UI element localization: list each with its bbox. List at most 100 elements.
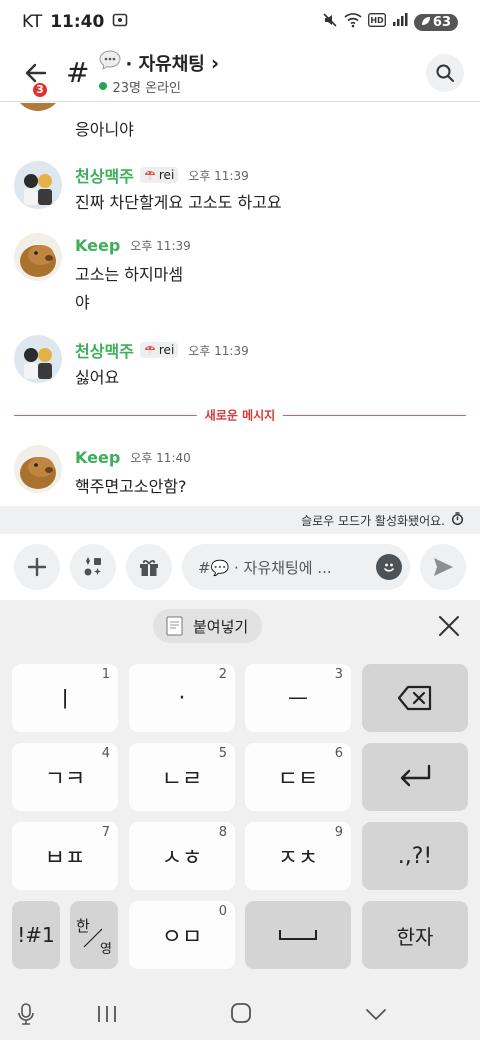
status-bar: KT 11:40 HD 63 xyxy=(0,0,480,44)
keyboard-close-button[interactable] xyxy=(436,613,462,639)
enter-icon xyxy=(400,764,431,787)
key-number: 1 xyxy=(101,667,110,682)
author-name[interactable]: 천상맥주 xyxy=(75,338,134,362)
message-input-placeholder: #💬 · 자유채팅에 ... xyxy=(198,558,332,577)
home-button[interactable] xyxy=(230,1002,252,1028)
online-count: 23명 온라인 xyxy=(112,80,181,96)
channel-name: · 자유채팅 xyxy=(125,53,205,75)
key-label: ㅅㅎ xyxy=(161,846,203,871)
close-icon xyxy=(439,616,459,636)
plus-icon xyxy=(27,557,47,577)
message-text: 고소는 하지마셈 xyxy=(75,265,184,284)
keyboard: 붙여넣기 ㅣ 1 · 2 ㅡ 3 ㄱㅋ 4 ㄴㄹ 5 ㄷㅌ 6 ㅂㅍ 7 ㅅㅎ … xyxy=(0,600,480,1040)
backspace-key[interactable] xyxy=(362,664,468,732)
timestamp: 오후 11:39 xyxy=(188,343,249,358)
paste-label: 붙여넣기 xyxy=(193,617,249,636)
mushroom-icon xyxy=(144,346,155,355)
avatar[interactable] xyxy=(14,335,62,383)
clipboard-icon xyxy=(166,616,183,636)
language-key[interactable]: 한 영 xyxy=(70,901,118,969)
hide-keyboard-button[interactable] xyxy=(364,1004,388,1028)
timestamp: 오후 11:40 xyxy=(130,451,191,465)
message-list[interactable]: 응아니야 천상맥주 rei 오후 11:39 진짜 차단할게요 고소도 하고요 … xyxy=(0,103,480,506)
emoji-button[interactable] xyxy=(376,554,402,580)
mute-icon xyxy=(322,12,338,33)
key-number: 2 xyxy=(218,667,227,682)
slow-mode-bar: 슬로우 모드가 활성화됐어요. xyxy=(0,506,480,534)
paste-button[interactable]: 붙여넣기 xyxy=(153,609,263,643)
author-name[interactable]: Keep xyxy=(75,236,120,255)
key-number: 9 xyxy=(334,825,343,840)
author-name[interactable]: Keep xyxy=(75,448,120,467)
author-name[interactable]: 천상맥주 xyxy=(75,163,134,187)
apps-button[interactable] xyxy=(70,544,116,590)
unread-badge: 3 xyxy=(31,80,49,99)
backspace-icon xyxy=(397,685,432,711)
key-label: ㅇㅁ xyxy=(161,925,203,950)
key-number: 3 xyxy=(334,667,343,682)
hanja-key[interactable]: 한자 xyxy=(362,901,468,969)
space-key[interactable] xyxy=(245,901,351,969)
key-label: ㄱㅋ xyxy=(44,767,86,792)
message-text: 진짜 차단할게요 고소도 하고요 xyxy=(75,193,282,212)
key-number: 7 xyxy=(101,825,110,840)
channel-title[interactable]: · 자유채팅 › 23명 온라인 xyxy=(99,50,219,96)
svg-text:HD: HD xyxy=(370,16,384,25)
key-2[interactable]: · 2 xyxy=(129,664,235,732)
key-1[interactable]: ㅣ 1 xyxy=(12,664,118,732)
stopwatch-icon xyxy=(451,512,464,528)
send-button[interactable] xyxy=(420,544,466,590)
avatar[interactable] xyxy=(14,445,62,493)
channel-header: 3 # · 자유채팅 › 23명 온라인 xyxy=(0,44,480,102)
key-label: ㄷㅌ xyxy=(277,767,319,792)
new-messages-label: 새로운 메시지 xyxy=(196,406,284,424)
key-8[interactable]: ㅅㅎ 8 xyxy=(129,822,235,890)
enter-key[interactable] xyxy=(362,743,468,811)
home-icon xyxy=(231,1003,251,1023)
symbols-key[interactable]: !#1 xyxy=(12,901,60,969)
key-label: ㅂㅍ xyxy=(44,846,86,871)
key-label: ㅣ xyxy=(54,688,76,713)
search-icon xyxy=(436,64,454,82)
key-0[interactable]: ㅇㅁ 0 xyxy=(129,901,235,969)
lang-korean-label: 한 xyxy=(76,917,90,935)
avatar[interactable] xyxy=(14,161,62,209)
back-button[interactable]: 3 xyxy=(14,51,58,99)
avatar[interactable] xyxy=(14,233,62,281)
role-tag: rei xyxy=(139,342,179,358)
new-messages-divider: 새로운 메시지 xyxy=(14,406,466,424)
recents-icon xyxy=(98,1006,116,1022)
apps-icon xyxy=(84,557,101,576)
signal-icon xyxy=(392,12,408,32)
screenshot-icon xyxy=(112,12,128,33)
role-tag: rei xyxy=(139,167,179,183)
message-input[interactable]: #💬 · 자유채팅에 ... xyxy=(182,544,410,590)
key-7[interactable]: ㅂㅍ 7 xyxy=(12,822,118,890)
mic-icon[interactable] xyxy=(16,1002,36,1030)
key-4[interactable]: ㄱㅋ 4 xyxy=(12,743,118,811)
key-label: ㄴㄹ xyxy=(161,767,203,792)
search-button[interactable] xyxy=(426,53,464,92)
key-5[interactable]: ㄴㄹ 5 xyxy=(129,743,235,811)
key-label: !#1 xyxy=(17,923,55,947)
send-icon xyxy=(434,558,453,576)
role-tag-label: rei xyxy=(158,168,175,182)
key-9[interactable]: ㅈㅊ 9 xyxy=(245,822,351,890)
battery-indicator: 63 xyxy=(413,13,458,31)
avatar[interactable] xyxy=(14,103,62,111)
key-6[interactable]: ㄷㅌ 6 xyxy=(245,743,351,811)
message-composer: #💬 · 자유채팅에 ... xyxy=(0,534,480,600)
key-label: ㅈㅊ xyxy=(277,846,319,871)
system-nav-bar xyxy=(0,988,480,1040)
punctuation-key[interactable]: .,?! xyxy=(362,822,468,890)
message-text: 야 xyxy=(75,293,90,312)
key-label: .,?! xyxy=(397,843,433,869)
gift-button[interactable] xyxy=(126,544,172,590)
recent-apps-button[interactable] xyxy=(96,1004,118,1028)
key-label: · xyxy=(178,685,186,711)
attach-button[interactable] xyxy=(14,544,60,590)
slow-mode-text: 슬로우 모드가 활성화됐어요. xyxy=(301,513,445,528)
keyboard-toolbar: 붙여넣기 xyxy=(0,600,480,652)
key-3[interactable]: ㅡ 3 xyxy=(245,664,351,732)
timestamp: 오후 11:39 xyxy=(188,168,249,183)
